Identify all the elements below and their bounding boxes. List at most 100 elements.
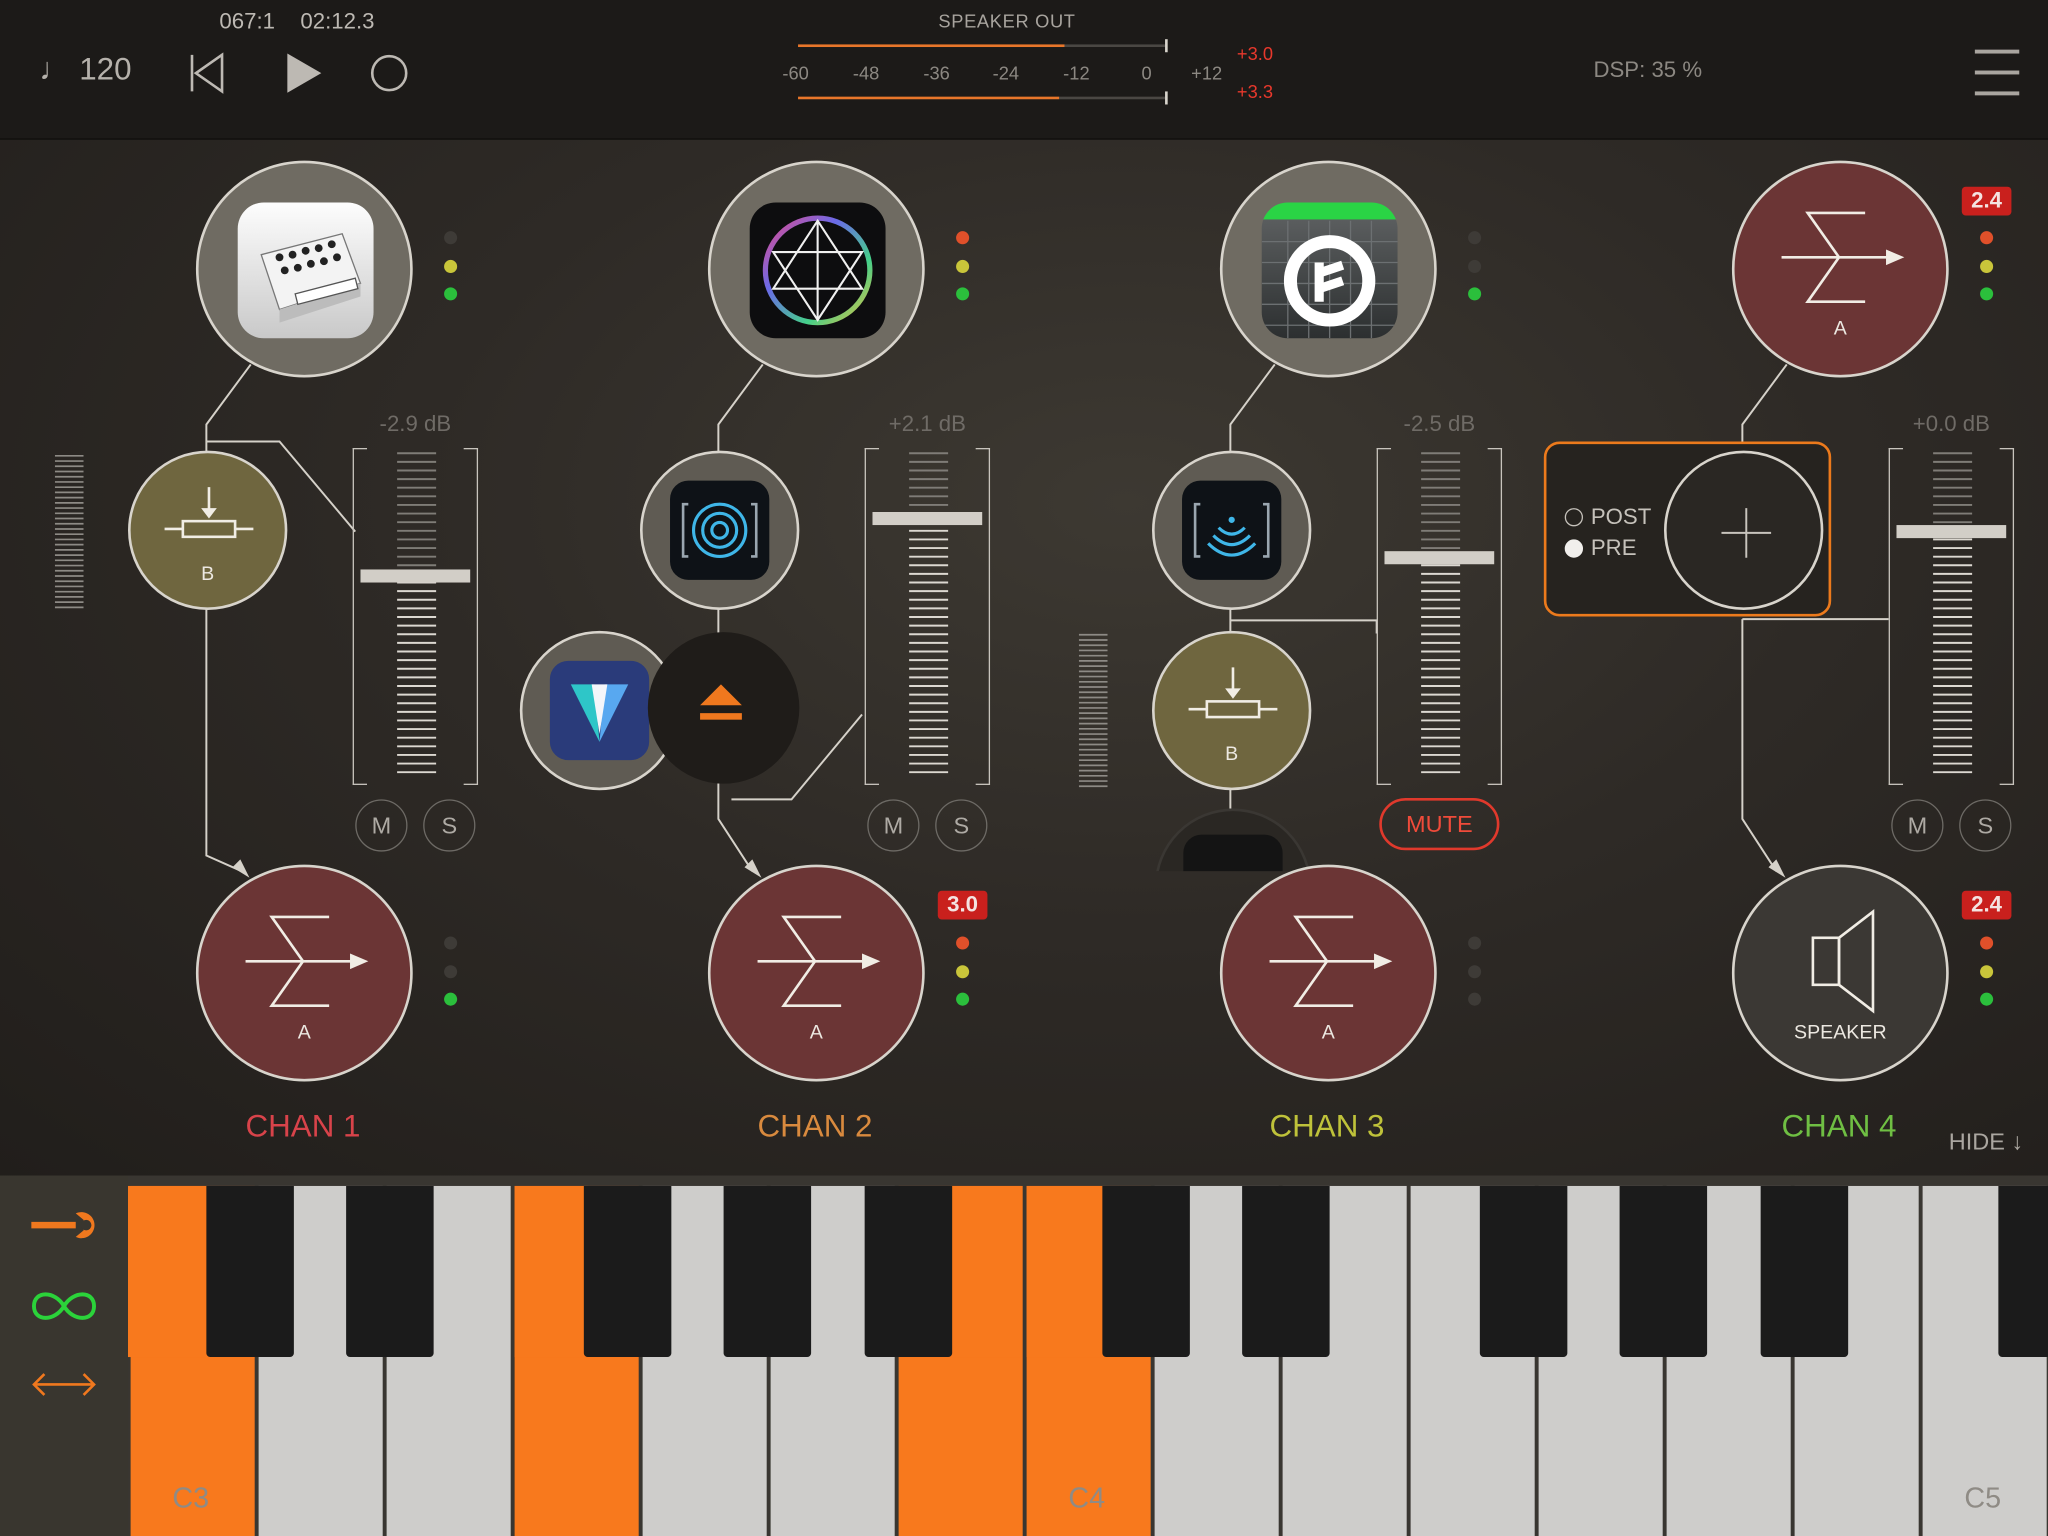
meter-scale-label: -12	[1063, 62, 1090, 84]
settings-tool-button[interactable]	[29, 1199, 100, 1251]
note-app-icon	[1261, 202, 1398, 339]
white-key-top[interactable]	[1026, 1185, 1103, 1358]
input-level-meter	[1078, 632, 1108, 794]
sum-label: A	[1321, 1021, 1335, 1044]
fader-scale	[1421, 452, 1461, 774]
chan2-solo-button[interactable]: S	[935, 799, 988, 852]
chan4-solo-button[interactable]: S	[1959, 799, 2012, 852]
chan4-fader[interactable]	[1888, 447, 2015, 785]
sigma-icon	[1781, 211, 1905, 304]
chan3-bus-sum-node[interactable]: A	[1219, 864, 1437, 1082]
infinity-icon	[31, 1292, 96, 1320]
black-key[interactable]	[1998, 1185, 2048, 1358]
peak-left-readout: +3.0	[1236, 43, 1273, 64]
chan4-bus-input-node[interactable]: A	[1731, 160, 1949, 378]
record-icon	[370, 54, 408, 92]
chan4-label[interactable]: CHAN 4	[1708, 1109, 1969, 1146]
black-key[interactable]	[1619, 1185, 1708, 1358]
chan1-bus-sum-node[interactable]: A	[195, 864, 413, 1082]
black-key[interactable]	[1242, 1185, 1330, 1358]
peak-right-readout: +3.3	[1236, 80, 1273, 102]
chan4-mute-button[interactable]: M	[1891, 799, 1944, 852]
meter-ticks-icon	[1078, 633, 1108, 788]
chan2-mute-button[interactable]: M	[867, 799, 920, 852]
white-key-top[interactable]	[950, 1185, 1022, 1358]
keyboard-tools	[0, 1175, 128, 1536]
fader-handle[interactable]	[1384, 551, 1495, 565]
pot-label: B	[1225, 743, 1239, 766]
fader-handle[interactable]	[872, 511, 983, 526]
time-readout: 02:12.3	[300, 9, 375, 34]
key-label: C5	[1964, 1481, 2002, 1514]
menu-button[interactable]	[1974, 49, 2022, 100]
meter-scale-label: -24	[992, 62, 1020, 84]
chan4-clip-badge-bottom[interactable]: 2.4	[1961, 890, 2012, 920]
chan2-effect-node[interactable]	[639, 450, 800, 610]
wrench-icon	[31, 1212, 95, 1239]
eject-icon	[700, 684, 742, 720]
chan1-pan-pot-node[interactable]: B	[127, 450, 288, 610]
fader-scale	[909, 452, 949, 774]
chan2-db-readout: +2.1 dB	[888, 411, 966, 437]
black-key[interactable]	[1102, 1185, 1190, 1358]
chan3-fader[interactable]	[1376, 447, 1503, 785]
chan3-mute-button[interactable]: MUTE	[1379, 798, 1500, 851]
sigma-icon	[245, 915, 369, 1008]
black-key[interactable]	[1760, 1185, 1849, 1358]
key-label: C4	[1068, 1481, 1106, 1514]
tempo-button[interactable]: ♩ 120	[39, 52, 131, 89]
post-radio[interactable]: POST	[1564, 504, 1651, 530]
white-key-top[interactable]	[127, 1185, 207, 1358]
chan2-bus-sum-node[interactable]: A	[707, 864, 925, 1082]
sigma-icon	[1269, 915, 1393, 1008]
piano-keyboard[interactable]: C3 C4 C5	[127, 1185, 2048, 1536]
fader-handle[interactable]	[360, 569, 471, 583]
chan2-generator-node[interactable]	[707, 160, 925, 378]
synth-app-icon	[237, 202, 374, 339]
chan2-fader[interactable]	[864, 447, 991, 785]
play-button[interactable]	[280, 50, 327, 97]
black-key[interactable]	[864, 1185, 953, 1358]
chan3-generator-node[interactable]	[1219, 160, 1437, 378]
mixer-area: B -2.9 dB M S A CHAN 1 +2.1 dB M S A 3.0…	[0, 139, 2048, 1176]
latch-tool-button[interactable]	[29, 1280, 100, 1332]
plus-icon	[1721, 508, 1772, 558]
chan2-label[interactable]: CHAN 2	[684, 1109, 945, 1146]
black-key[interactable]	[583, 1185, 672, 1358]
black-key[interactable]	[723, 1185, 812, 1358]
chan1-label[interactable]: CHAN 1	[172, 1109, 433, 1146]
prism-app-icon	[749, 202, 886, 339]
input-level-meter	[54, 453, 84, 615]
white-key-top[interactable]	[514, 1185, 588, 1358]
bus-label: A	[1833, 317, 1847, 340]
range-tool-button[interactable]	[29, 1358, 100, 1410]
chan4-clip-badge-top[interactable]: 2.4	[1961, 186, 2012, 216]
chan3-effect-node[interactable]	[1151, 450, 1312, 610]
black-key[interactable]	[206, 1185, 294, 1358]
meter-scale-label: -48	[852, 62, 880, 84]
chan2-clip-badge[interactable]: 3.0	[937, 890, 988, 920]
hide-keyboard-button[interactable]: HIDE ↓	[1949, 1128, 2023, 1155]
crystal-app-icon	[549, 660, 650, 761]
meter-scale-label: -36	[923, 62, 950, 84]
chan1-solo-button[interactable]: S	[423, 799, 476, 852]
rewind-button[interactable]	[185, 50, 232, 97]
speaker-output-node[interactable]: SPEAKER	[1731, 864, 1949, 1082]
speaker-label: SPEAKER	[1794, 1021, 1887, 1044]
eject-button[interactable]	[647, 632, 800, 784]
chan1-mute-button[interactable]: M	[355, 799, 408, 852]
meter-ticks-icon	[54, 454, 84, 609]
chan3-label[interactable]: CHAN 3	[1196, 1109, 1457, 1146]
black-key[interactable]	[346, 1185, 434, 1358]
chan3-hidden-node[interactable]	[1154, 808, 1312, 872]
chan1-fader[interactable]	[352, 447, 479, 785]
meter-scale-label: 0	[1141, 62, 1152, 84]
add-node-button[interactable]	[1663, 450, 1824, 610]
pre-radio[interactable]: PRE	[1564, 536, 1637, 562]
chan1-generator-node[interactable]	[195, 160, 413, 378]
fader-handle[interactable]	[1896, 525, 2007, 539]
black-key[interactable]	[1479, 1185, 1568, 1358]
chan3-pan-pot-node[interactable]: B	[1151, 630, 1312, 791]
meter-scale-label: +12	[1191, 62, 1223, 84]
record-button[interactable]	[366, 50, 413, 97]
